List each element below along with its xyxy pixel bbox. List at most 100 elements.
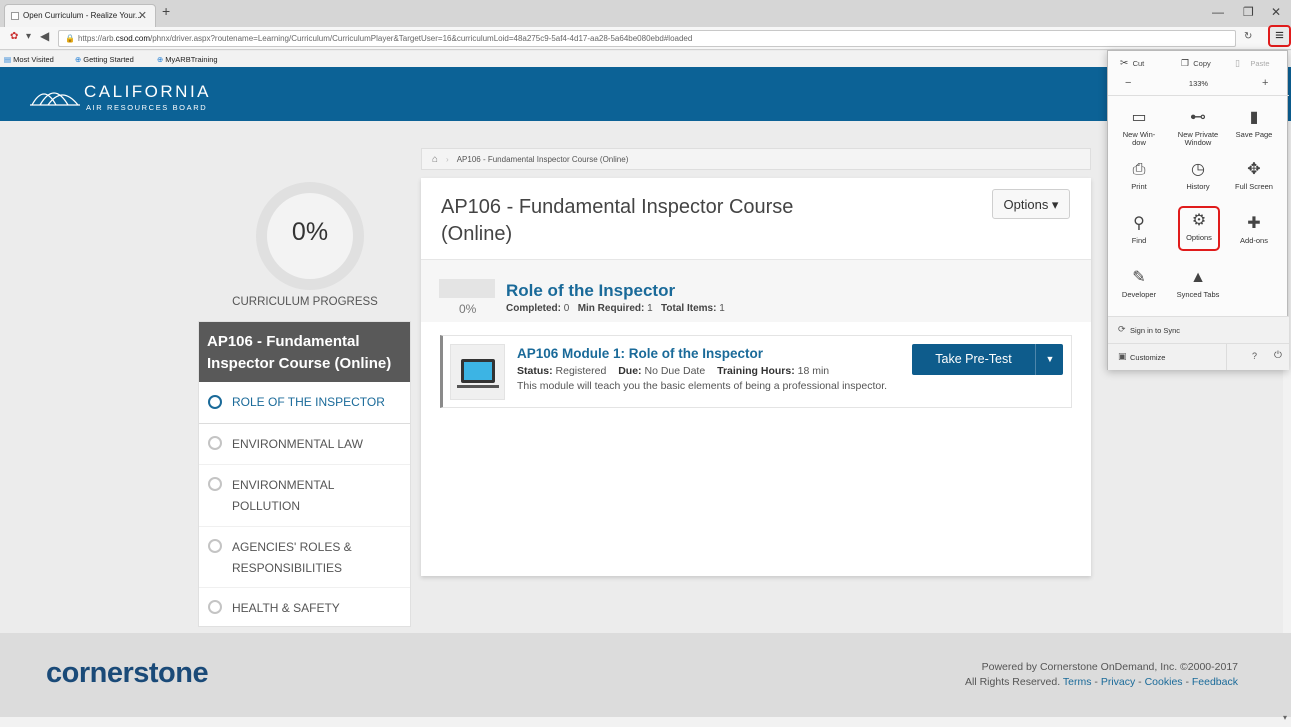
course-section: 0% Role of the Inspector Completed: 0 Mi… [421, 259, 1091, 322]
breadcrumb: ⌂ › AP106 - Fundamental Inspector Course (… [421, 148, 1091, 170]
arb-logo-icon[interactable] [30, 81, 80, 107]
paste-button[interactable]: ▯ Paste [1235, 58, 1270, 69]
cut-label: Cut [1132, 59, 1145, 68]
section-progress-percent: 0% [459, 302, 477, 316]
back-button[interactable]: ◀ [40, 29, 49, 43]
training-hours-label: Training Hours: [717, 365, 795, 377]
options-menu-button[interactable]: ⚙ Options [1178, 206, 1220, 251]
menu-divider [1108, 95, 1289, 96]
power-icon[interactable]: ⏻ [1274, 350, 1282, 361]
scissors-icon: ✂ [1120, 58, 1129, 69]
bottom-strip [0, 717, 1291, 727]
zoom-out-button[interactable]: − [1125, 77, 1131, 89]
status-circle-icon [208, 600, 222, 614]
menu-item-label: New Win- dow [1122, 130, 1156, 147]
curriculum-item-agencies-roles[interactable]: AGENCIES' ROLES & RESPONSIBILITIES [199, 527, 410, 588]
section-title[interactable]: Role of the Inspector [506, 281, 675, 301]
clock-icon: ◷ [1191, 161, 1205, 178]
footer-rights: All Rights Reserved. [965, 676, 1061, 688]
page-favicon-icon [11, 12, 19, 20]
options-button[interactable]: Options ▾ [992, 189, 1070, 219]
identity-icon[interactable]: ✿ [10, 31, 18, 42]
lock-icon: 🔒 [65, 34, 75, 43]
zoom-in-button[interactable]: + [1262, 77, 1268, 89]
browser-tab[interactable]: Open Curriculum - Realize Your... ✕ [4, 4, 156, 27]
menu-item-label: Save Page [1235, 130, 1273, 139]
curriculum-item-environmental-law[interactable]: ENVIRONMENTAL LAW [199, 424, 410, 465]
add-ons-button[interactable]: ✚ Add-ons [1230, 213, 1278, 245]
total-items-value: 1 [719, 303, 725, 314]
curriculum-progress-label: CURRICULUM PROGRESS [232, 296, 378, 308]
wrench-icon: ✎ [1132, 269, 1146, 286]
banner-subtitle: AIR RESOURCES BOARD [86, 103, 208, 112]
bookmark-label: Getting Started [83, 55, 134, 64]
new-private-window-button[interactable]: ⊷ New Private Window [1174, 107, 1222, 147]
save-page-button[interactable]: ▮ Save Page [1230, 107, 1278, 139]
curriculum-item-label: ENVIRONMENTAL LAW [232, 437, 363, 451]
edit-controls: ✂ Cut ❐ Copy ▯ Paste [1108, 58, 1289, 70]
customize-button[interactable]: ▣ Customize ? ⏻ [1108, 344, 1289, 370]
take-pre-test-label[interactable]: Take Pre-Test [912, 344, 1036, 375]
print-button[interactable]: ⎙ Print [1115, 159, 1163, 191]
progress-donut: 0% [256, 182, 364, 290]
curriculum-nav-heading: AP106 - Fundamental Inspector Course (On… [199, 322, 410, 382]
status-circle-icon [208, 436, 222, 450]
scroll-down-icon[interactable]: ▾ [1283, 713, 1287, 722]
site-banner: CALIFORNIA AIR RESOURCES BOARD [0, 67, 1291, 121]
globe-icon: ⊕ [157, 55, 164, 64]
history-dropdown-icon[interactable]: ▾ [26, 31, 31, 42]
developer-button[interactable]: ✎ Developer [1115, 267, 1163, 299]
fullscreen-icon: ✥ [1247, 161, 1261, 178]
history-button[interactable]: ◷ History [1174, 159, 1222, 191]
restore-button[interactable]: ❐ [1243, 5, 1254, 19]
url-bar[interactable]: 🔒 https://arb.csod.com/phnx/driver.aspx?r… [58, 30, 1236, 47]
cut-button[interactable]: ✂ Cut [1120, 58, 1144, 69]
menu-item-label: Add-ons [1240, 236, 1268, 245]
zoom-level[interactable]: 133% [1178, 79, 1219, 88]
mask-icon: ⊷ [1190, 109, 1206, 126]
cookies-link[interactable]: Cookies [1145, 676, 1183, 688]
module-title[interactable]: AP106 Module 1: Role of the Inspector [517, 346, 763, 361]
full-screen-button[interactable]: ✥ Full Screen [1230, 159, 1278, 191]
synced-tabs-button[interactable]: ▲ Synced Tabs [1174, 267, 1222, 299]
bookmark-most-visited[interactable]: ▤ Most Visited [4, 55, 54, 64]
paste-label: Paste [1250, 59, 1270, 68]
bookmark-myarbtraining[interactable]: ⊕ MyARBTraining [157, 55, 218, 64]
status-circle-icon [208, 477, 222, 491]
help-icon[interactable]: ? [1252, 351, 1257, 361]
home-icon[interactable]: ⌂ [432, 154, 438, 165]
close-window-button[interactable]: ✕ [1271, 5, 1281, 19]
curriculum-item-label: AGENCIES' ROLES & RESPONSIBILITIES [232, 540, 352, 575]
puzzle-icon: ✚ [1247, 215, 1261, 232]
copy-button[interactable]: ❐ Copy [1181, 58, 1211, 69]
curriculum-item-role-of-inspector[interactable]: ROLE OF THE INSPECTOR [199, 382, 410, 424]
completed-label: Completed: [506, 303, 561, 314]
bookmark-getting-started[interactable]: ⊕ Getting Started [75, 55, 134, 64]
new-tab-button[interactable]: + [162, 3, 170, 19]
url-path: /phnx/driver.aspx?routename=Learning/Cur… [150, 34, 693, 43]
find-button[interactable]: ⚲ Find [1115, 213, 1163, 245]
menu-item-label: Developer [1121, 290, 1157, 299]
menu-button[interactable]: ≡ [1268, 25, 1291, 47]
menu-item-label: History [1186, 182, 1210, 191]
terms-link[interactable]: Terms [1063, 676, 1092, 688]
bookmark-label: Most Visited [13, 55, 54, 64]
breadcrumb-current: AP106 - Fundamental Inspector Course (On… [456, 155, 629, 164]
reload-icon[interactable]: ↻ [1244, 31, 1252, 42]
search-icon: ⚲ [1133, 215, 1145, 232]
privacy-link[interactable]: Privacy [1101, 676, 1135, 688]
footer-text: Powered by Cornerstone OnDemand, Inc. ©2… [900, 660, 1238, 690]
curriculum-item-health-safety[interactable]: HEALTH & SAFETY [199, 588, 410, 626]
feedback-link[interactable]: Feedback [1192, 676, 1238, 688]
sign-in-to-sync-button[interactable]: ⟳ Sign in to Sync [1108, 317, 1289, 343]
globe-icon: ⊕ [75, 55, 82, 64]
tab-close-icon[interactable]: ✕ [138, 9, 147, 22]
training-hours-value: 18 min [797, 365, 830, 377]
minimize-button[interactable]: — [1212, 5, 1224, 19]
curriculum-item-environmental-pollution[interactable]: ENVIRONMENTAL POLLUTION [199, 465, 410, 527]
completed-value: 0 [563, 303, 570, 314]
curriculum-item-label: ROLE OF THE INSPECTOR [232, 395, 385, 409]
new-window-button[interactable]: ▭ New Win- dow [1115, 107, 1163, 147]
menu-item-label: Full Screen [1235, 182, 1273, 191]
caret-down-icon[interactable]: ▼ [1037, 344, 1063, 375]
